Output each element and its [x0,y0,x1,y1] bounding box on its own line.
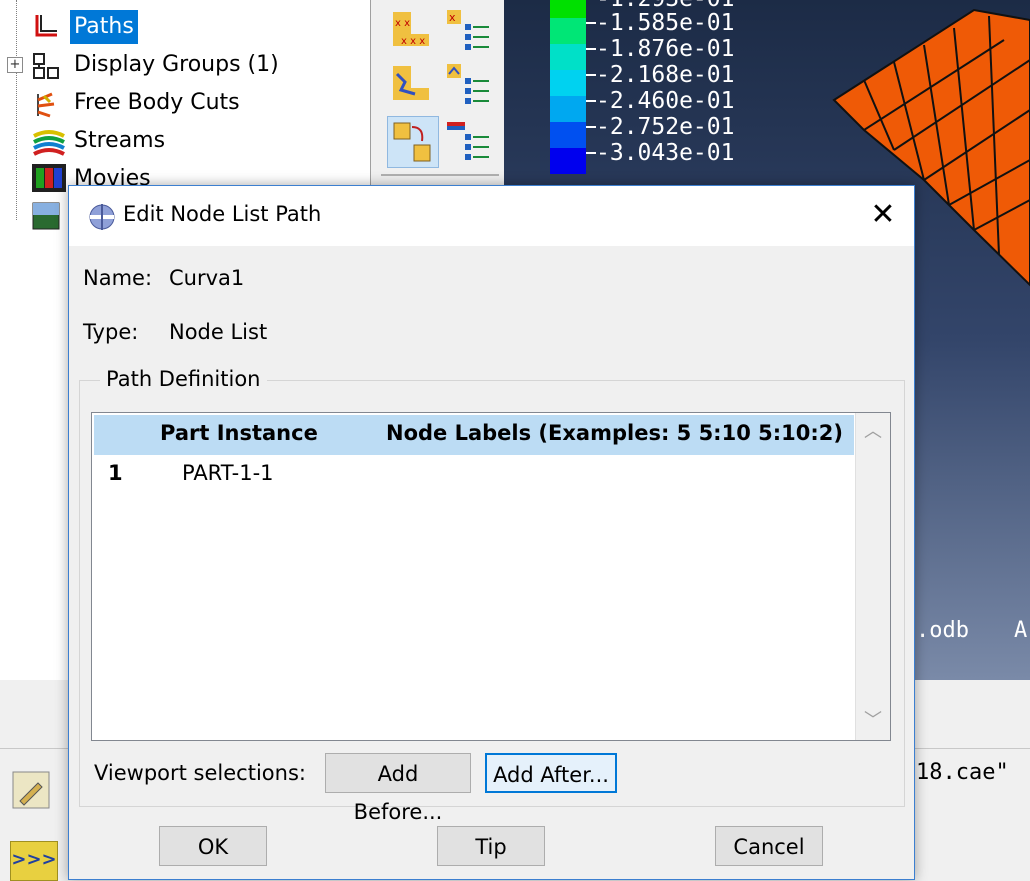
tree-item-display-groups[interactable]: + Display Groups (1) [0,48,370,84]
legend-tick [586,22,596,24]
svg-text:x x x: x x x [401,36,425,47]
tree-item-free-body-cuts[interactable]: Free Body Cuts [0,86,370,122]
toolbox: x x x x x x [371,0,504,185]
ok-button[interactable]: OK [159,826,267,866]
legend-swatch [550,44,586,70]
tree-item-streams[interactable]: Streams [0,124,370,160]
legend-tick [586,100,596,102]
edit-node-list-path-dialog: Edit Node List Path ✕ Name: Curva1 Type:… [68,185,915,880]
legend-value: -1.585e-01 [596,10,735,36]
free-body-cuts-icon [32,90,60,118]
legend-value: -3.043e-01 [596,140,735,166]
viewport-info-label: A [1014,618,1028,643]
legend-swatch [550,70,586,96]
add-before-button[interactable]: Add Before... [325,753,471,824]
column-header-node-labels[interactable]: Node Labels (Examples: 5 5:10 5:10:2) [386,421,843,445]
table-row[interactable]: 1 PART-1-1 [94,457,854,493]
tip-button[interactable]: Tip [437,826,545,866]
legend-tick [586,74,596,76]
legend-swatch [550,148,586,174]
display-groups-icon [32,52,60,80]
viewport-odb-label: .odb [916,618,969,643]
toolbox-separator [381,174,499,176]
create-xy-data-button[interactable] [387,60,437,110]
python-prompt-button[interactable]: >>> [10,841,58,881]
dialog-title: Edit Node List Path [123,202,322,226]
name-value: Curva1 [169,266,245,290]
path-definition-title: Path Definition [100,367,267,391]
table-header: Part Instance Node Labels (Examples: 5 5… [94,415,854,455]
tree-label-free-body-cuts[interactable]: Free Body Cuts [70,86,244,120]
xy-data-manager-button[interactable] [443,60,493,110]
movies-icon [32,164,66,192]
column-header-part-instance[interactable]: Part Instance [160,421,318,445]
row-number: 1 [108,461,123,485]
expand-icon[interactable]: + [7,57,23,73]
path-icon [32,12,60,40]
legend-value: -2.752e-01 [596,114,735,140]
legend-swatch [550,122,586,148]
tree-label-display-groups[interactable]: Display Groups (1) [70,48,283,82]
image-icon [32,202,60,230]
dialog-app-icon [87,202,117,232]
legend-tick [586,152,596,154]
tree-item-paths[interactable]: Paths [0,10,370,46]
type-value: Node List [169,320,268,344]
legend-value: -1.876e-01 [596,36,735,62]
name-label: Name: [83,266,153,290]
tree-label-paths[interactable]: Paths [70,10,138,44]
legend-value: -2.168e-01 [596,62,735,88]
legend-swatch [550,96,586,122]
close-icon[interactable]: ✕ [866,198,900,232]
viewport-selections-label: Viewport selections: [94,761,306,785]
create-display-group-button[interactable] [387,116,439,168]
message-text: 18.cae" [916,760,1009,785]
table-scrollbar[interactable]: ︿ ﹀ [855,413,890,740]
path-definition-group: Path Definition Part Instance Node Label… [79,367,905,824]
tree-label-streams[interactable]: Streams [70,124,169,158]
legend-value: -2.460e-01 [596,88,735,114]
streams-icon [32,128,66,156]
message-area-toggle-icon[interactable] [12,771,50,809]
add-after-button[interactable]: Add After... [485,753,617,793]
display-group-manager-button[interactable] [443,116,493,166]
legend-tick [586,48,596,50]
path-definition-table[interactable]: Part Instance Node Labels (Examples: 5 5… [91,412,891,741]
legend-swatch-top [550,0,586,18]
svg-text:x: x [449,11,456,24]
cancel-button[interactable]: Cancel [715,826,823,866]
svg-text:x x: x x [395,18,410,29]
scroll-down-icon[interactable]: ﹀ [856,706,890,736]
path-manager-button[interactable]: x [443,6,493,56]
dialog-title-bar[interactable]: Edit Node List Path ✕ [69,186,914,246]
create-path-tool-button[interactable]: x x x x x [387,6,437,56]
legend-tick [586,126,596,128]
legend-swatch [550,18,586,44]
part-instance-cell[interactable]: PART-1-1 [182,461,274,485]
type-label: Type: [83,320,139,344]
scroll-up-icon[interactable]: ︿ [856,417,890,447]
